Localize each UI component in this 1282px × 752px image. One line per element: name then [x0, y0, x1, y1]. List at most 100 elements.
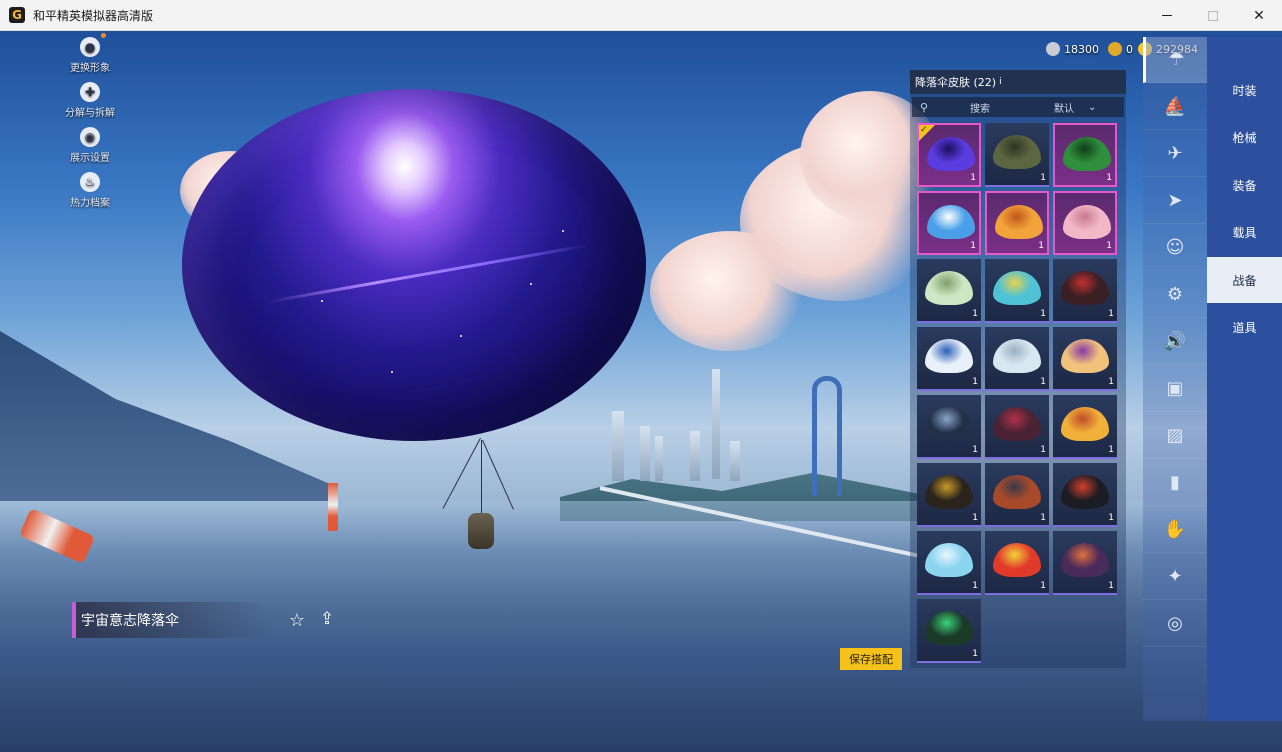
- parachute-thumbnail: [925, 543, 973, 577]
- window-titlebar: G 和平精英模拟器高清版 ✕: [0, 0, 1282, 31]
- maximize-icon: [1208, 10, 1218, 21]
- skin-item[interactable]: 1: [985, 123, 1049, 187]
- minimize-icon: [1162, 15, 1172, 16]
- parachute-preview[interactable]: [182, 89, 646, 441]
- notification-dot: [101, 33, 106, 38]
- skin-count: 1: [1108, 377, 1114, 387]
- skin-item[interactable]: 1: [985, 259, 1049, 323]
- skin-item[interactable]: 1: [1053, 191, 1117, 255]
- parachute-thumbnail: [927, 205, 975, 239]
- parachute-thumbnail: [995, 205, 1043, 239]
- boat-icon[interactable]: ⛵: [1143, 84, 1207, 130]
- parachute-thumbnail: [1063, 137, 1111, 171]
- close-window-button[interactable]: ✕: [1236, 0, 1282, 31]
- category-tab[interactable]: 枪械: [1207, 115, 1282, 161]
- building: [640, 426, 650, 481]
- skin-item[interactable]: ✓ 1: [917, 123, 981, 187]
- category-tab[interactable]: 时装: [1207, 67, 1282, 113]
- item-name-bar: 宇宙意志降落伞: [72, 602, 272, 638]
- traffic-cone: [328, 483, 338, 531]
- speaker-icon[interactable]: 🔊: [1143, 319, 1207, 365]
- parachute-thumbnail: [927, 137, 975, 171]
- parachute-thumbnail: [993, 475, 1041, 509]
- skin-item[interactable]: 1: [985, 531, 1049, 595]
- menu-decompose[interactable]: ✚ 分解与拆解: [55, 82, 125, 119]
- silver-coin-icon: [1046, 42, 1060, 56]
- chat-icon[interactable]: ▣: [1143, 366, 1207, 412]
- menu-heat-archive[interactable]: ♨ 热力档案: [55, 172, 125, 209]
- parachute-icon[interactable]: ☂: [1143, 37, 1207, 83]
- rope: [481, 440, 482, 516]
- maximize-button[interactable]: [1190, 0, 1236, 31]
- skin-item[interactable]: 1: [1053, 259, 1117, 323]
- skin-grid: ✓ 1 1 1 1 1 1 1 1 1 1 1 1 1 1 1 1 1 1 1 1 1 1: [917, 123, 1119, 663]
- currency-silver: 18300: [1046, 40, 1099, 58]
- search-bar[interactable]: ⚲ 搜索 默认 ⌄: [912, 97, 1124, 117]
- info-icon[interactable]: i: [999, 77, 1002, 87]
- plane-icon[interactable]: ✈: [1143, 131, 1207, 177]
- skin-item[interactable]: 1: [917, 599, 981, 663]
- skin-count: 1: [972, 649, 978, 659]
- skin-count: 1: [972, 309, 978, 319]
- skin-count: 1: [970, 173, 976, 183]
- skin-item[interactable]: 1: [985, 395, 1049, 459]
- face-icon[interactable]: ☺: [1143, 225, 1207, 271]
- skin-item[interactable]: 1: [917, 531, 981, 595]
- window-title: 和平精英模拟器高清版: [33, 8, 154, 23]
- skin-item[interactable]: 1: [917, 395, 981, 459]
- skin-count: 1: [1108, 513, 1114, 523]
- skin-panel: 降落伞皮肤 (22) i ⚲ 搜索 默认 ⌄ ✓ 1 1 1 1 1 1 1 1 1 1 1 1 1 1 1 1…: [910, 70, 1126, 668]
- skin-count: 1: [970, 241, 976, 251]
- menu-label: 分解与拆解: [65, 108, 115, 119]
- app-logo-icon: G: [9, 7, 25, 23]
- category-tab[interactable]: 载具: [1207, 210, 1282, 256]
- skin-count: 1: [1038, 241, 1044, 251]
- minimize-button[interactable]: [1144, 0, 1190, 31]
- skin-count: 1: [1040, 445, 1046, 455]
- skin-item[interactable]: 1: [917, 463, 981, 527]
- category-tab[interactable]: 战备: [1207, 257, 1282, 303]
- photo-icon[interactable]: ▨: [1143, 413, 1207, 459]
- cloud: [650, 231, 810, 351]
- item-name: 宇宙意志降落伞: [81, 613, 179, 629]
- skin-count: 1: [1040, 513, 1046, 523]
- skin-item[interactable]: 1: [985, 191, 1049, 255]
- skin-item[interactable]: 1: [1053, 463, 1117, 527]
- hand-icon[interactable]: ✋: [1143, 507, 1207, 553]
- skin-item[interactable]: 1: [1053, 123, 1117, 187]
- search-input[interactable]: 搜索: [970, 100, 990, 115]
- sort-dropdown[interactable]: 默认: [1054, 100, 1074, 115]
- menu-display-settings[interactable]: ◉ 展示设置: [55, 127, 125, 164]
- skin-item[interactable]: 1: [985, 463, 1049, 527]
- flame-icon: ♨: [80, 172, 100, 192]
- skin-item[interactable]: 1: [917, 191, 981, 255]
- category-tab[interactable]: 装备: [1207, 162, 1282, 208]
- skin-item[interactable]: 1: [917, 259, 981, 323]
- ufo-icon[interactable]: ◎: [1143, 601, 1207, 647]
- skin-count: 1: [972, 581, 978, 591]
- spray-icon[interactable]: ▮: [1143, 460, 1207, 506]
- skin-count: 1: [972, 445, 978, 455]
- skin-item[interactable]: 1: [1053, 327, 1117, 391]
- avatar-icon: ●: [80, 33, 106, 57]
- search-icon: ⚲: [920, 100, 929, 114]
- parachute-thumbnail: [993, 271, 1041, 305]
- skin-item[interactable]: 1: [985, 327, 1049, 391]
- skin-item[interactable]: 1: [1053, 395, 1117, 459]
- building: [690, 431, 700, 481]
- menu-change-avatar[interactable]: ● 更换形象: [55, 33, 125, 74]
- category-tab[interactable]: 道具: [1207, 305, 1282, 351]
- wand-icon[interactable]: ✦: [1143, 554, 1207, 600]
- share-icon[interactable]: ⇪: [316, 608, 338, 630]
- building: [730, 441, 740, 481]
- skin-item[interactable]: 1: [1053, 531, 1117, 595]
- skin-count: 1: [1108, 581, 1114, 591]
- eye-icon: ◉: [80, 127, 100, 147]
- skin-item[interactable]: 1: [917, 327, 981, 391]
- parachute-thumbnail: [1061, 271, 1109, 305]
- jet-icon[interactable]: ➤: [1143, 178, 1207, 224]
- save-outfit-button[interactable]: 保存搭配: [840, 648, 902, 670]
- favorite-star-icon[interactable]: ☆: [286, 609, 308, 631]
- skin-count: 1: [1108, 445, 1114, 455]
- robot-icon[interactable]: ⚙: [1143, 272, 1207, 318]
